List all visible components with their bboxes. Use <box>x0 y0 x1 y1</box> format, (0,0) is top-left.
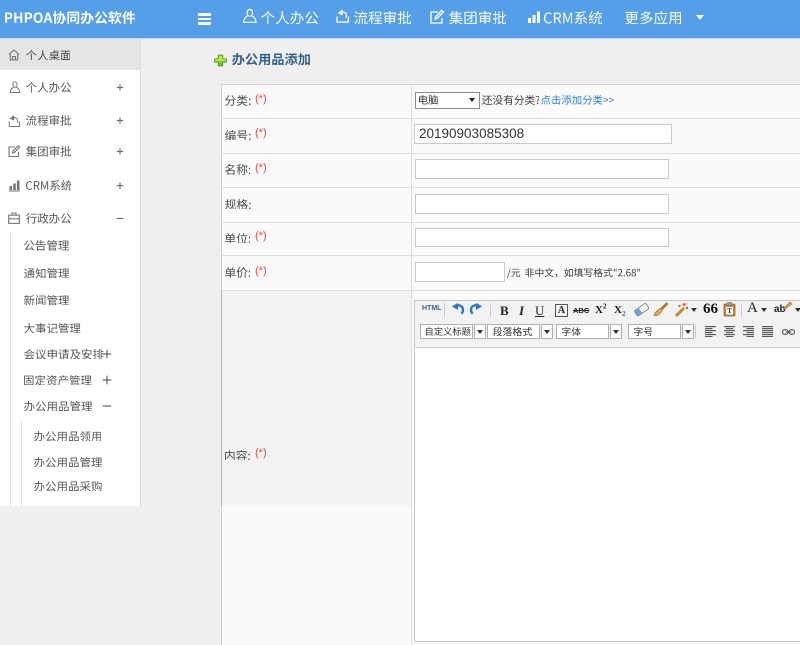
svg-text:T: T <box>727 306 732 315</box>
